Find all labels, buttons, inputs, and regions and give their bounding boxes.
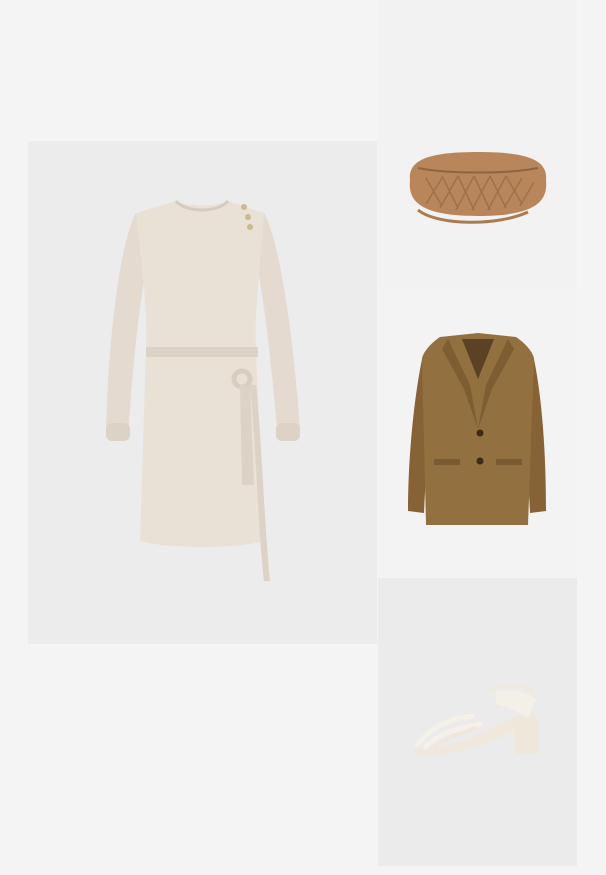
product-tile-sandal[interactable]	[378, 578, 577, 866]
product-tile-bag[interactable]	[378, 0, 577, 288]
block-heel-sandal-icon	[414, 684, 538, 756]
product-tile-blazer[interactable]	[378, 289, 577, 577]
woven-pouch-bag-icon	[409, 152, 547, 224]
knit-dress-icon	[106, 199, 300, 581]
suede-blazer-icon	[408, 333, 546, 525]
product-tile-dress[interactable]	[28, 141, 377, 644]
